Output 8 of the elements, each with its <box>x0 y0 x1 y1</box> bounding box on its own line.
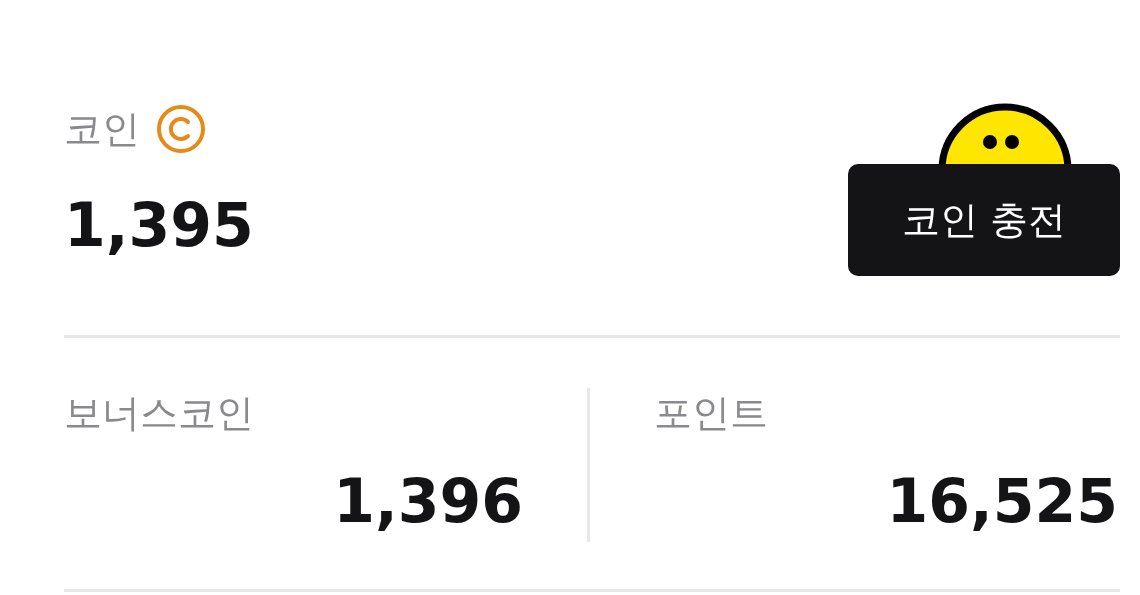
balance-label: 포인트 <box>654 390 769 437</box>
balance-amount: 16,525 <box>886 466 1118 536</box>
coin-amount: 1,395 <box>64 190 254 260</box>
coin-label: 코인 <box>64 106 140 153</box>
charge-button[interactable]: 코인 충전 <box>848 164 1120 276</box>
coin-icon <box>156 104 206 154</box>
balance-label: 보너스코인 <box>64 390 255 437</box>
balance-amount: 1,396 <box>333 466 523 536</box>
